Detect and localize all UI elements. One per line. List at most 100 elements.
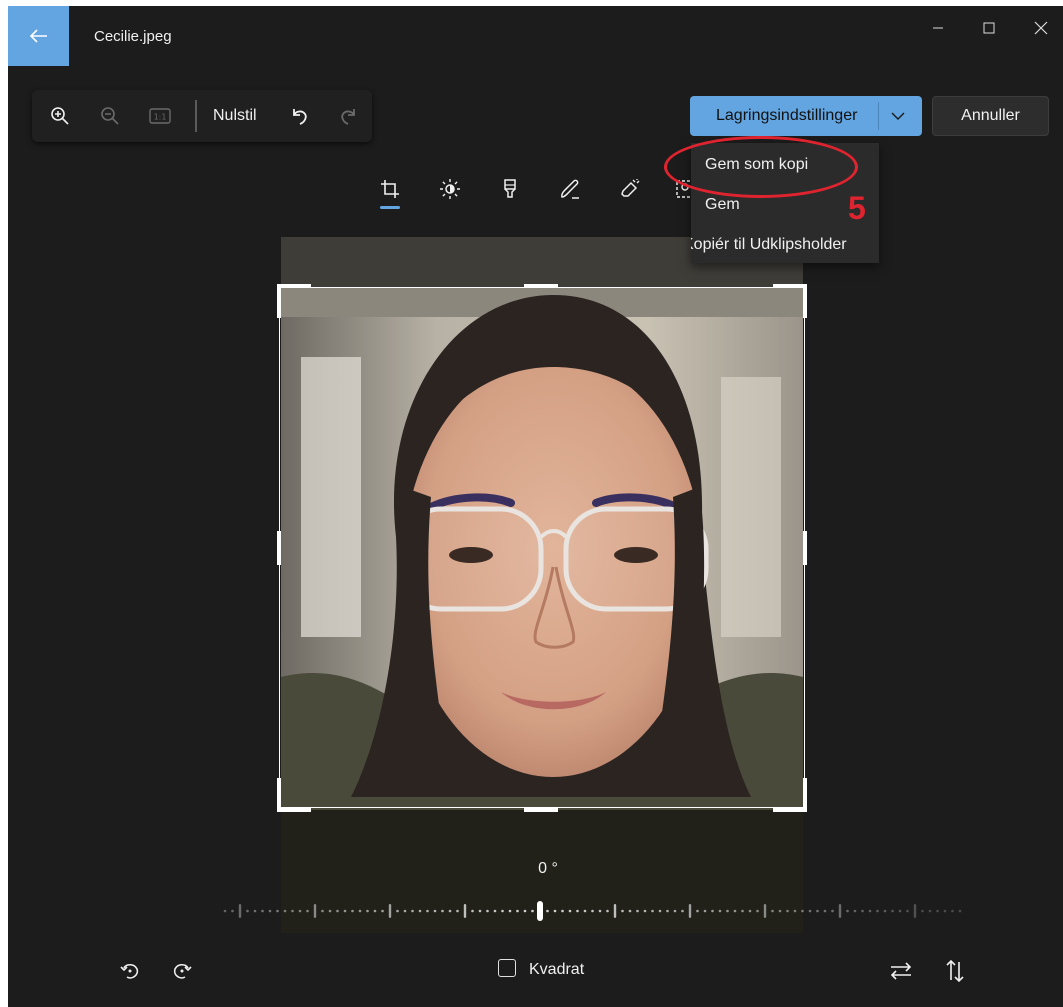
markup-icon [561, 179, 579, 199]
ruler-minor-tick [876, 909, 879, 913]
flip-horizontal-button[interactable] [884, 954, 918, 988]
crop-handle-top-right-v[interactable] [803, 284, 807, 318]
ruler-minor-tick [726, 909, 729, 913]
ruler-minor-tick [943, 909, 947, 913]
ruler-minor-tick [703, 909, 707, 913]
ruler-minor-tick [358, 909, 362, 913]
straighten-slider[interactable] [108, 901, 978, 921]
tab-crop[interactable] [373, 172, 407, 206]
maximize-icon [983, 22, 995, 34]
rotate-left-button[interactable] [113, 954, 147, 988]
toolbar-divider [195, 100, 197, 132]
ruler-minor-tick [471, 909, 474, 913]
ruler-minor-tick [936, 909, 939, 913]
ruler-minor-tick [906, 909, 909, 913]
window-title: Cecilie.jpeg [94, 28, 172, 45]
zoom-in-icon [51, 107, 69, 125]
ruler-minor-tick [868, 909, 872, 913]
menu-item-copy-clipboard[interactable]: Kopiér til Udklipsholder [691, 236, 847, 254]
ruler-minor-tick [673, 909, 677, 913]
ruler-major-tick [463, 904, 467, 918]
reset-button[interactable]: Nulstil [213, 107, 257, 125]
flip-horizontal-icon [890, 962, 912, 980]
tab-adjust[interactable] [433, 172, 467, 206]
ruler-minor-tick [733, 909, 737, 913]
crop-handle-top-left-v[interactable] [277, 284, 281, 318]
ruler-minor-tick [456, 909, 459, 913]
square-checkbox[interactable] [498, 959, 516, 977]
crop-handle-top-right[interactable] [773, 284, 807, 288]
ruler-minor-tick [658, 909, 662, 913]
photos-editor-window: Cecilie.jpeg 1:1 Nulstil Lagringsindstil… [8, 6, 1063, 1007]
straighten-slider-thumb[interactable] [537, 901, 543, 921]
tab-erase[interactable] [613, 172, 647, 206]
crop-frame[interactable] [279, 287, 805, 808]
crop-handle-bottom[interactable] [524, 808, 558, 812]
ruler-minor-tick [426, 909, 429, 913]
ruler-minor-tick [958, 909, 962, 913]
save-options-label: Lagringsindstillinger [716, 107, 858, 124]
cancel-button[interactable]: Annuller [932, 96, 1049, 136]
back-button[interactable] [8, 6, 69, 66]
ruler-minor-tick [411, 909, 414, 913]
maximize-button[interactable] [974, 16, 1004, 40]
undo-button[interactable] [280, 90, 320, 142]
ruler-minor-tick [328, 909, 332, 913]
crop-handle-right[interactable] [803, 531, 807, 565]
ruler-minor-tick [223, 909, 227, 913]
ruler-minor-tick [778, 909, 782, 913]
ruler-minor-tick [336, 909, 339, 913]
close-button[interactable] [1026, 16, 1056, 40]
ruler-minor-tick [568, 909, 572, 913]
arrow-left-icon [29, 29, 47, 43]
crop-handle-bottom-left-v[interactable] [277, 778, 281, 812]
menu-item-save[interactable]: Gem [705, 196, 740, 214]
save-options-divider [878, 102, 879, 130]
crop-handle-bottom-right-v[interactable] [803, 778, 807, 812]
ruler-minor-tick [486, 909, 489, 913]
ruler-minor-tick [666, 909, 669, 913]
crop-handle-bottom-right[interactable] [773, 808, 807, 812]
ruler-minor-tick [576, 909, 579, 913]
save-options-button[interactable]: Lagringsindstillinger [690, 96, 922, 136]
ruler-minor-tick [711, 909, 714, 913]
save-options-dropdown[interactable] [886, 105, 910, 127]
ruler-major-tick [838, 904, 842, 918]
ruler-minor-tick [433, 909, 437, 913]
ruler-minor-tick [253, 909, 257, 913]
ruler-minor-tick [696, 909, 699, 913]
zoom-out-icon [101, 107, 119, 125]
tab-markup[interactable] [553, 172, 587, 206]
active-tab-indicator [380, 206, 400, 209]
ruler-minor-tick [321, 909, 324, 913]
ruler-major-tick [313, 904, 317, 918]
tab-filter[interactable] [493, 172, 527, 206]
rotate-right-button[interactable] [165, 954, 199, 988]
ruler-minor-tick [921, 909, 924, 913]
actual-size-button[interactable]: 1:1 [140, 90, 180, 142]
square-checkbox-label: Kvadrat [529, 961, 585, 978]
ruler-minor-tick [231, 909, 234, 913]
ruler-minor-tick [351, 909, 354, 913]
ruler-minor-tick [366, 909, 369, 913]
ruler-major-tick [238, 904, 242, 918]
ruler-minor-tick [606, 909, 609, 913]
zoom-out-button[interactable] [90, 90, 130, 142]
ruler-major-tick [913, 904, 917, 918]
redo-button[interactable] [328, 90, 368, 142]
minimize-icon [933, 27, 943, 29]
zoom-in-button[interactable] [40, 90, 80, 142]
ruler-minor-tick [448, 909, 452, 913]
ruler-minor-tick [396, 909, 399, 913]
minimize-button[interactable] [923, 16, 953, 40]
crop-handle-top-left[interactable] [277, 284, 311, 288]
ruler-minor-tick [891, 909, 894, 913]
crop-icon [381, 180, 399, 198]
crop-handle-bottom-left[interactable] [277, 808, 311, 812]
ruler-minor-tick [928, 909, 932, 913]
ruler-minor-tick [651, 909, 654, 913]
crop-handle-top[interactable] [524, 284, 558, 288]
crop-handle-left[interactable] [277, 531, 281, 565]
ruler-minor-tick [373, 909, 377, 913]
flip-vertical-button[interactable] [938, 954, 972, 988]
